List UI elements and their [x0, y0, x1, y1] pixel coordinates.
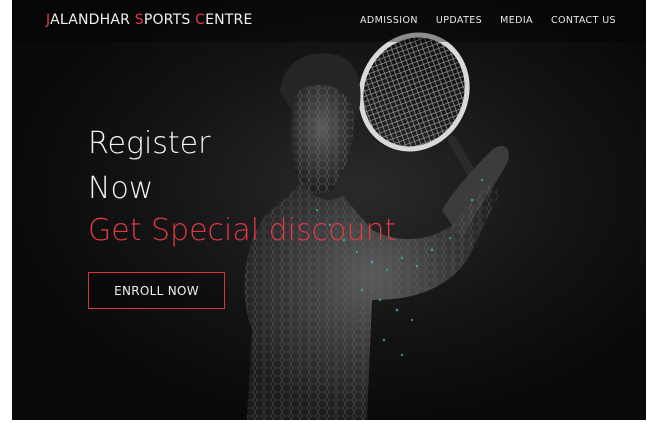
nav-item-media[interactable]: MEDIA — [500, 15, 533, 26]
hero-background-image — [12, 0, 646, 420]
enroll-now-button[interactable]: ENROLL NOW — [88, 272, 225, 309]
brand-word-jalandhar: ALANDHAR — [50, 12, 135, 28]
hero-title-line1: Register — [88, 126, 211, 161]
hero-title-line2: Now — [88, 171, 154, 206]
nav-item-updates[interactable]: UPDATES — [436, 15, 482, 26]
top-navbar: JALANDHAR SPORTS CENTRE ADMISSION UPDATE… — [12, 0, 646, 42]
brand-word-sports: PORTS — [143, 12, 196, 28]
page-frame: JALANDHAR SPORTS CENTRE ADMISSION UPDATE… — [12, 0, 646, 420]
nav-item-admission[interactable]: ADMISSION — [360, 15, 418, 26]
brand-letter-s: S — [134, 12, 144, 28]
enroll-button-label: ENROLL NOW — [114, 283, 199, 298]
site-logo[interactable]: JALANDHAR SPORTS CENTRE — [46, 12, 253, 28]
nav-item-contact-us[interactable]: CONTACT US — [551, 15, 616, 26]
brand-word-centre: ENTRE — [205, 12, 253, 28]
hero-subtitle: Get Special discount — [88, 213, 397, 248]
nav-menu: ADMISSION UPDATES MEDIA CONTACT US — [360, 15, 616, 26]
brand-letter-c: C — [195, 12, 206, 28]
